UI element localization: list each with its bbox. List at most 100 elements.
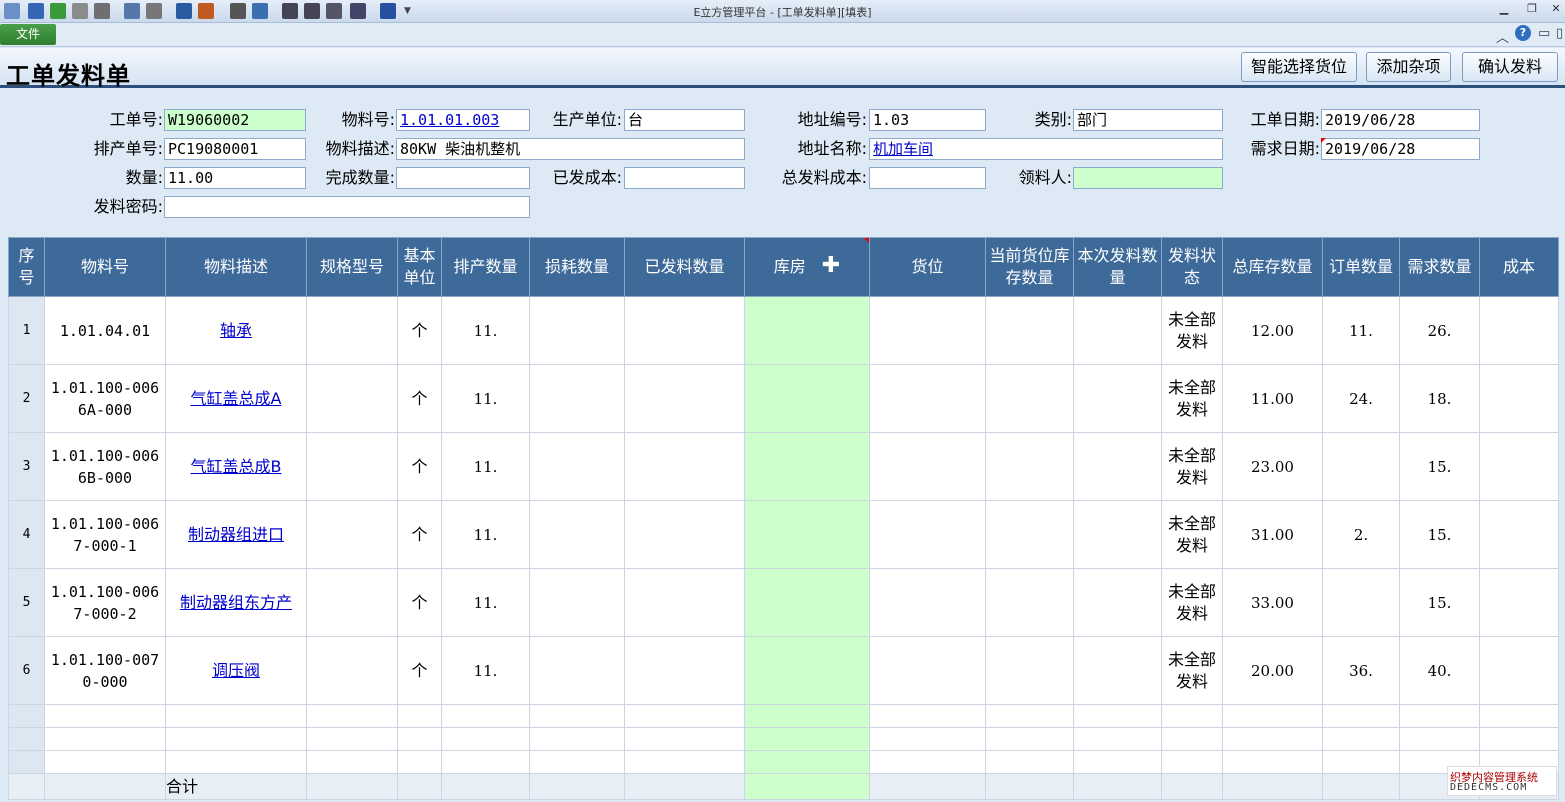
- material-desc-cell[interactable]: 制动器组东方产: [165, 568, 307, 637]
- table-row[interactable]: 5 1.01.100-0067-000-2 制动器组东方产 个 11. 未全部发料 33.0…: [8, 568, 1559, 637]
- cost-cell[interactable]: [1479, 568, 1559, 637]
- empty-cell[interactable]: [744, 750, 870, 774]
- order-qty-cell[interactable]: [1322, 568, 1400, 637]
- empty-cell[interactable]: [165, 727, 307, 751]
- location-cell[interactable]: [869, 568, 986, 637]
- warehouse-cell[interactable]: [744, 432, 870, 501]
- empty-row[interactable]: [8, 704, 1559, 728]
- empty-cell[interactable]: [1161, 750, 1223, 774]
- empty-cell[interactable]: [1322, 727, 1400, 751]
- demand-qty-cell[interactable]: 15.: [1399, 500, 1480, 569]
- this-issue-cell[interactable]: [1073, 364, 1162, 433]
- empty-cell[interactable]: [869, 704, 986, 728]
- location-cell[interactable]: [869, 432, 986, 501]
- status-cell[interactable]: 未全部发料: [1161, 432, 1223, 501]
- material-no-cell[interactable]: 1.01.100-0066A-000: [44, 364, 166, 433]
- table-row[interactable]: 4 1.01.100-0067-000-1 制动器组进口 个 11. 未全部发料 31.00…: [8, 500, 1559, 569]
- demand-qty-cell[interactable]: 40.: [1399, 636, 1480, 705]
- loss-qty-cell[interactable]: [529, 636, 625, 705]
- order-qty-cell[interactable]: 2.: [1322, 500, 1400, 569]
- total-stock-cell[interactable]: 12.00: [1222, 296, 1323, 365]
- empty-row[interactable]: [8, 750, 1559, 774]
- status-cell[interactable]: 未全部发料: [1161, 296, 1223, 365]
- empty-cell[interactable]: [1479, 727, 1559, 751]
- empty-cell[interactable]: [44, 727, 166, 751]
- loc-stock-cell[interactable]: [985, 432, 1074, 501]
- minimize-doc-icon[interactable]: ▭: [1538, 26, 1550, 41]
- loss-qty-cell[interactable]: [529, 500, 625, 569]
- col-sched-qty[interactable]: 排产数量: [441, 237, 530, 297]
- empty-cell[interactable]: [624, 750, 745, 774]
- status-cell[interactable]: 未全部发料: [1161, 364, 1223, 433]
- total-stock-cell[interactable]: 33.00: [1222, 568, 1323, 637]
- empty-cell[interactable]: [624, 704, 745, 728]
- this-issue-cell[interactable]: [1073, 568, 1162, 637]
- spec-cell[interactable]: [306, 568, 398, 637]
- minimize-icon[interactable]: ▁: [1494, 1, 1514, 17]
- empty-cell[interactable]: [306, 750, 398, 774]
- help-icon[interactable]: ?: [1515, 25, 1531, 41]
- empty-cell[interactable]: [529, 750, 625, 774]
- cost-cell[interactable]: [1479, 432, 1559, 501]
- issue-password-field[interactable]: [164, 196, 530, 218]
- empty-cell[interactable]: [1222, 727, 1323, 751]
- location-cell[interactable]: [869, 636, 986, 705]
- empty-cell[interactable]: [1399, 727, 1480, 751]
- empty-cell[interactable]: [1479, 704, 1559, 728]
- issued-cost-field[interactable]: [624, 167, 745, 189]
- issued-qty-cell[interactable]: [624, 636, 745, 705]
- empty-cell[interactable]: [397, 727, 442, 751]
- schedule-no-field[interactable]: PC19080001: [164, 138, 306, 160]
- add-warehouse-icon[interactable]: ✚: [822, 255, 840, 277]
- empty-cell[interactable]: [306, 704, 398, 728]
- warehouse-cell[interactable]: [744, 296, 870, 365]
- empty-cell[interactable]: [441, 704, 530, 728]
- loc-stock-cell[interactable]: [985, 500, 1074, 569]
- empty-row[interactable]: [8, 727, 1559, 751]
- empty-cell[interactable]: [624, 727, 745, 751]
- empty-cell[interactable]: [44, 750, 166, 774]
- material-no-cell[interactable]: 1.01.100-0067-000-2: [44, 568, 166, 637]
- empty-cell[interactable]: [1073, 750, 1162, 774]
- empty-cell[interactable]: [869, 727, 986, 751]
- unit-cell[interactable]: 个: [397, 500, 442, 569]
- spec-cell[interactable]: [306, 636, 398, 705]
- restore-doc-icon[interactable]: ▯: [1556, 26, 1563, 41]
- empty-cell[interactable]: [985, 727, 1074, 751]
- total-stock-cell[interactable]: 23.00: [1222, 432, 1323, 501]
- order-qty-cell[interactable]: [1322, 432, 1400, 501]
- empty-cell[interactable]: [744, 727, 870, 751]
- issued-qty-cell[interactable]: [624, 568, 745, 637]
- receiver-field[interactable]: [1073, 167, 1223, 189]
- collapse-ribbon-icon[interactable]: ︿: [1496, 27, 1509, 46]
- material-desc-cell[interactable]: 调压阀: [165, 636, 307, 705]
- demand-qty-cell[interactable]: 15.: [1399, 568, 1480, 637]
- address-name-field[interactable]: 机加车间: [869, 138, 1223, 160]
- col-location[interactable]: 货位: [869, 237, 986, 297]
- total-stock-cell[interactable]: 31.00: [1222, 500, 1323, 569]
- col-order-qty[interactable]: 订单数量: [1322, 237, 1400, 297]
- cost-cell[interactable]: [1479, 636, 1559, 705]
- empty-cell[interactable]: [441, 750, 530, 774]
- empty-cell[interactable]: [397, 704, 442, 728]
- material-no-cell[interactable]: 1.01.100-0066B-000: [44, 432, 166, 501]
- cost-cell[interactable]: [1479, 500, 1559, 569]
- spec-cell[interactable]: [306, 296, 398, 365]
- work-order-date-field[interactable]: 2019/06/28: [1321, 109, 1480, 131]
- material-desc-link[interactable]: 调压阀: [212, 661, 260, 680]
- empty-cell[interactable]: [1222, 750, 1323, 774]
- sched-qty-cell[interactable]: 11.: [441, 364, 530, 433]
- empty-cell[interactable]: [44, 704, 166, 728]
- col-seq[interactable]: 序号: [8, 237, 45, 297]
- loss-qty-cell[interactable]: [529, 432, 625, 501]
- empty-cell[interactable]: [1399, 704, 1480, 728]
- empty-cell[interactable]: [529, 727, 625, 751]
- material-desc-field[interactable]: 80KW 柴油机整机: [396, 138, 745, 160]
- order-qty-cell[interactable]: 24.: [1322, 364, 1400, 433]
- demand-qty-cell[interactable]: 18.: [1399, 364, 1480, 433]
- sched-qty-cell[interactable]: 11.: [441, 636, 530, 705]
- material-desc-cell[interactable]: 制动器组进口: [165, 500, 307, 569]
- address-name-link[interactable]: 机加车间: [873, 140, 933, 158]
- loss-qty-cell[interactable]: [529, 568, 625, 637]
- table-row[interactable]: 6 1.01.100-0070-000 调压阀 个 11. 未全部发料 20.00 36. 40…: [8, 636, 1559, 705]
